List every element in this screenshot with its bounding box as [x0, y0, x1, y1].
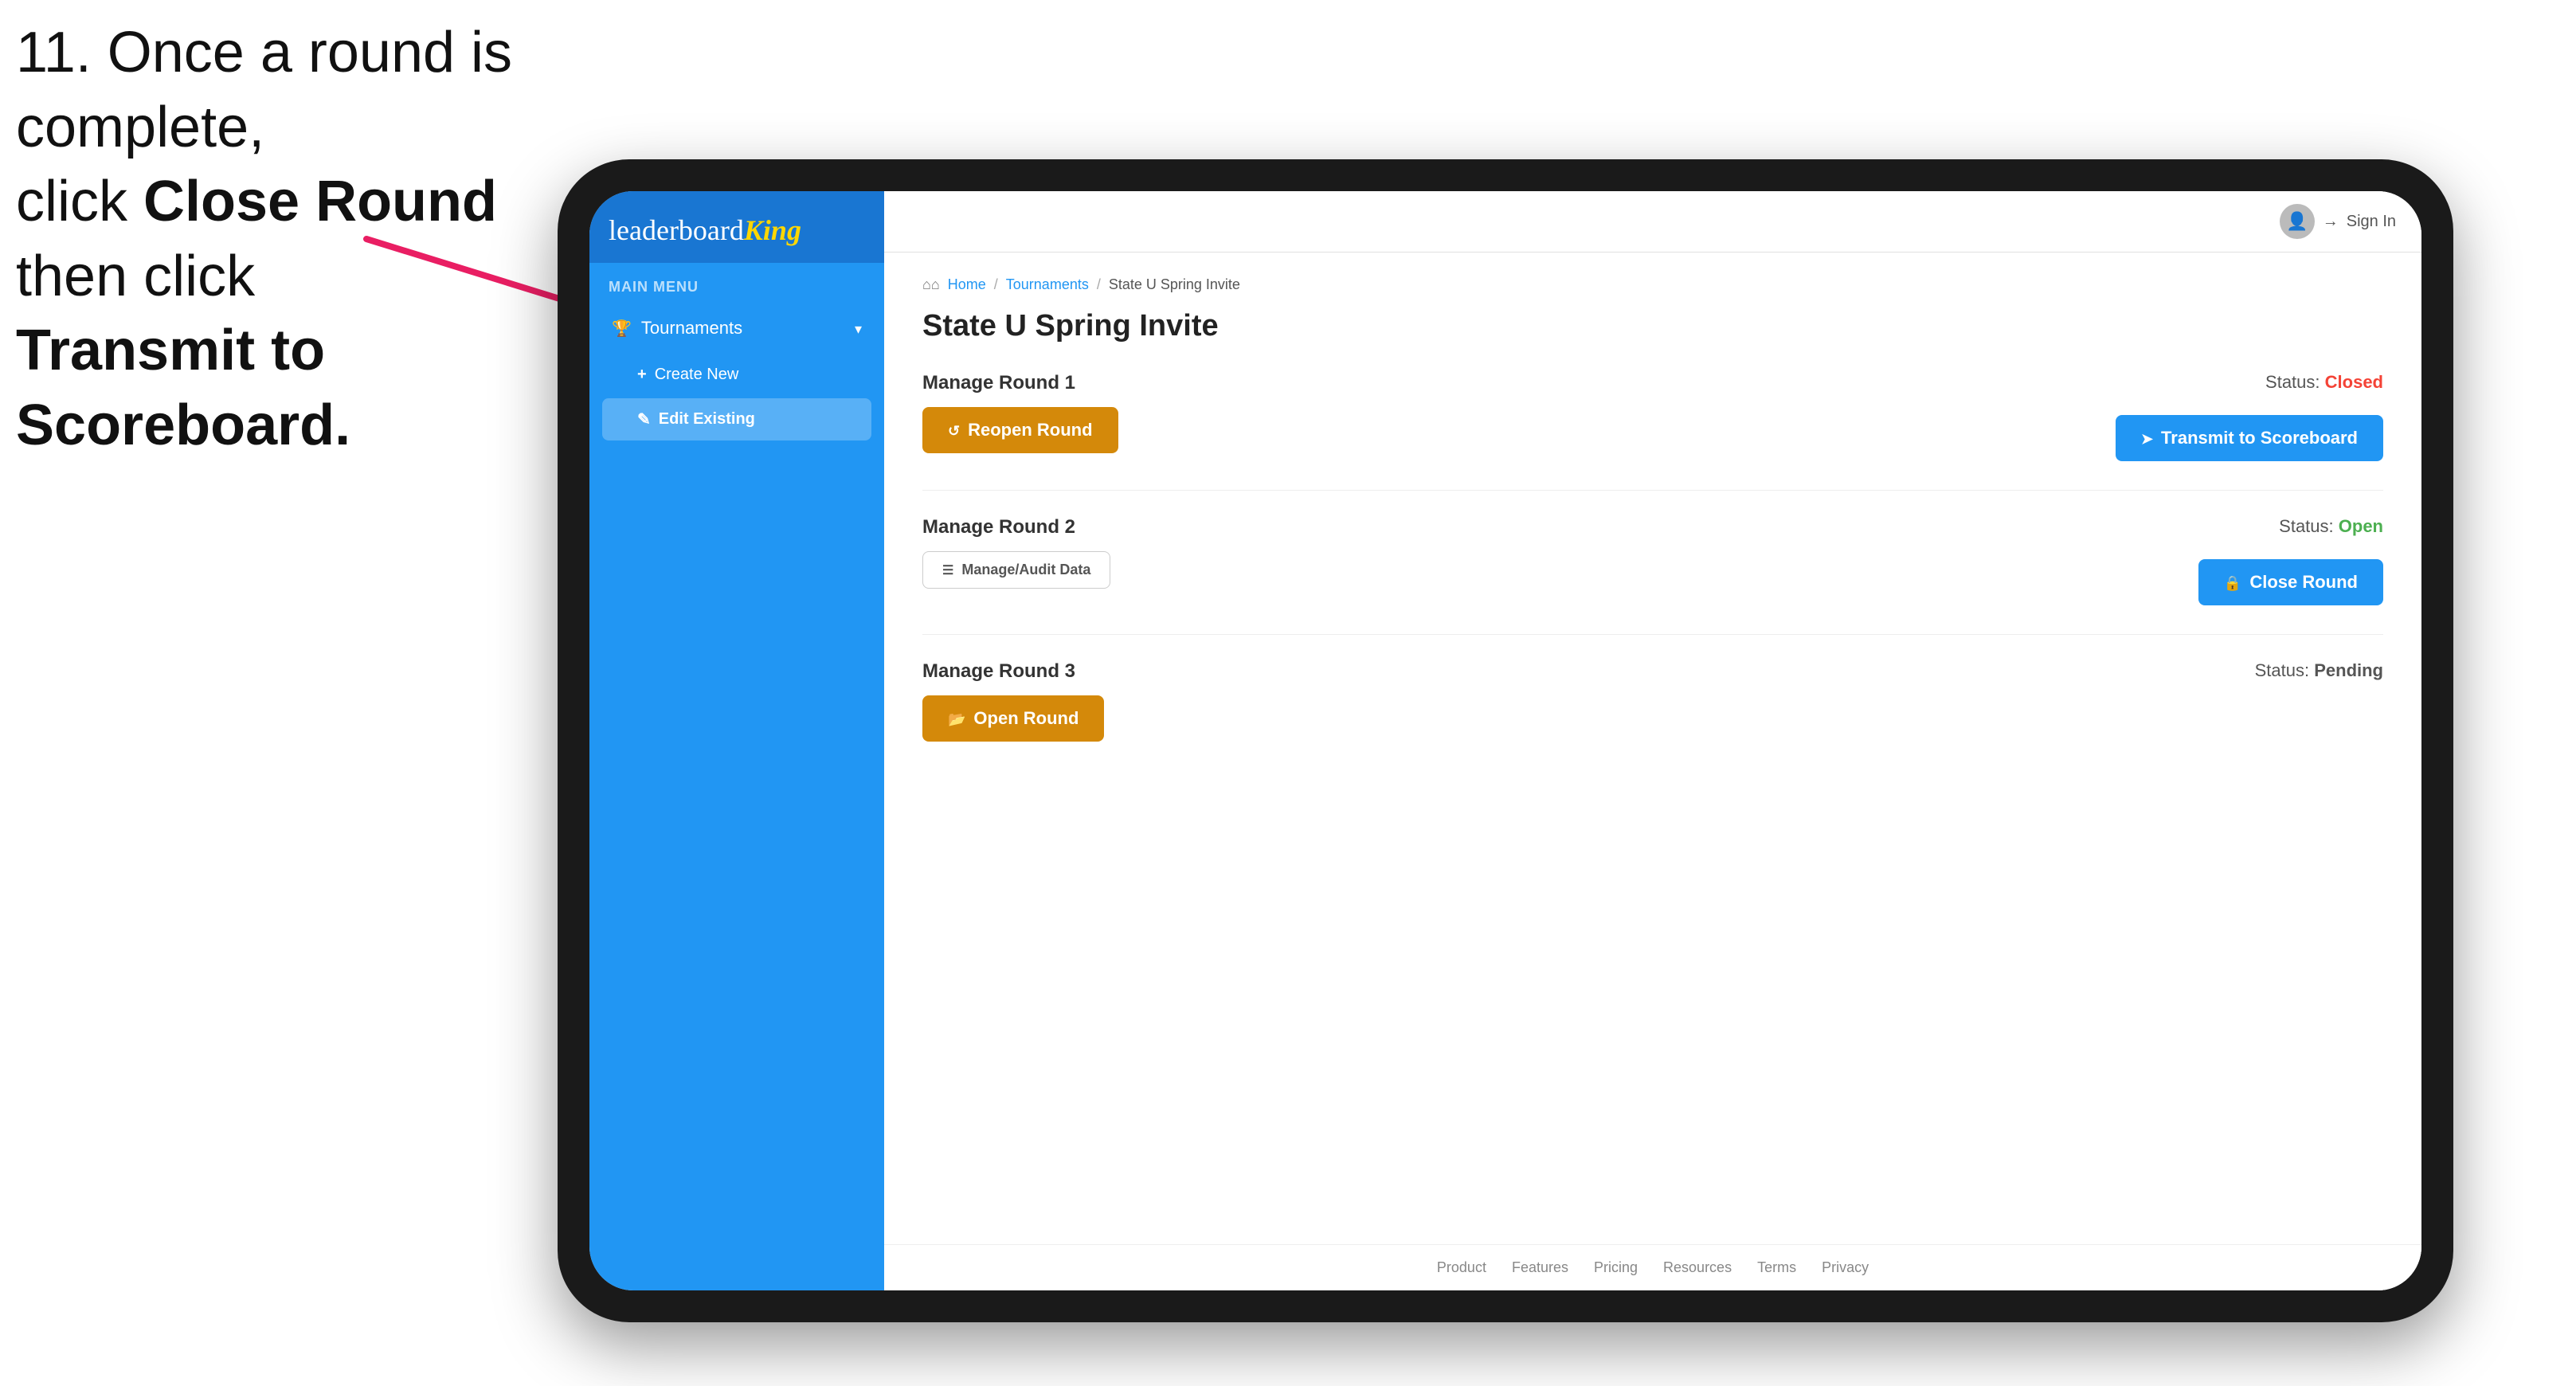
main-content: Sign In ⌂ Home / Tournaments / State U S… — [884, 191, 2421, 1290]
footer-resources[interactable]: Resources — [1663, 1259, 1732, 1276]
top-bar: Sign In — [884, 191, 2421, 253]
edit-existing-label: Edit Existing — [659, 410, 755, 429]
trophy-icon — [612, 318, 632, 339]
manage-audit-data-button[interactable]: Manage/Audit Data — [922, 551, 1110, 589]
sign-in-label: Sign In — [2347, 213, 2396, 231]
transmit-to-scoreboard-button[interactable]: Transmit to Scoreboard — [2116, 415, 2383, 461]
round-1-info: Manage Round 1 Reopen Round — [922, 372, 2116, 453]
round-1-header: Manage Round 1 Reopen Round Status: — [922, 372, 2383, 461]
logo: leaderboardKing — [609, 213, 865, 247]
footer: Product Features Pricing Resources Terms… — [884, 1244, 2421, 1290]
footer-features[interactable]: Features — [1512, 1259, 1568, 1276]
instruction-line3: Transmit to Scoreboard. — [16, 319, 350, 457]
round-3-section: Manage Round 3 Open Round Status: — [922, 660, 2383, 770]
footer-privacy[interactable]: Privacy — [1822, 1259, 1869, 1276]
instruction-text: 11. Once a round is complete, click Clos… — [16, 16, 558, 464]
chevron-icon — [855, 318, 862, 339]
round-2-header: Manage Round 2 Manage/Audit Data Status: — [922, 516, 2383, 605]
round-3-info: Manage Round 3 Open Round — [922, 660, 2255, 742]
breadcrumb-tournaments[interactable]: Tournaments — [1006, 276, 1089, 293]
edit-icon — [637, 409, 651, 429]
manage-icon — [942, 562, 953, 578]
round-3-status: Status: Pending — [2255, 660, 2383, 681]
round-1-status: Status: Closed — [2265, 372, 2383, 393]
round-1-status-actions: Status: Closed Transmit to Scoreboard — [2116, 372, 2383, 461]
reopen-round-button[interactable]: Reopen Round — [922, 407, 1118, 453]
avatar — [2280, 204, 2315, 239]
sidebar-logo: leaderboardKing — [589, 191, 884, 263]
footer-product[interactable]: Product — [1437, 1259, 1486, 1276]
instruction-line2: click Close Round then click — [16, 170, 497, 308]
content-area: ⌂ Home / Tournaments / State U Spring In… — [884, 253, 2421, 1244]
reopen-icon — [948, 420, 960, 440]
round-2-info: Manage Round 2 Manage/Audit Data — [922, 516, 2198, 589]
round-2-status-actions: Status: Open Close Round — [2198, 516, 2383, 605]
open-icon — [948, 708, 965, 729]
instruction-line1: 11. Once a round is complete, — [16, 21, 512, 159]
sidebar-item-edit-existing[interactable]: Edit Existing — [602, 398, 871, 440]
open-round-button[interactable]: Open Round — [922, 695, 1104, 742]
round-2-section: Manage Round 2 Manage/Audit Data Status: — [922, 516, 2383, 635]
app-layout: leaderboardKing MAIN MENU Tournaments — [589, 191, 2421, 1290]
page-title: State U Spring Invite — [922, 309, 2383, 343]
round-3-header: Manage Round 3 Open Round Status: — [922, 660, 2383, 742]
send-icon — [2141, 428, 2153, 448]
sidebar: leaderboardKing MAIN MENU Tournaments — [589, 191, 884, 1290]
round-1-label: Manage Round 1 — [922, 372, 2116, 394]
sidebar-menu: MAIN MENU Tournaments Create New — [589, 263, 884, 444]
breadcrumb-home[interactable]: Home — [948, 276, 986, 293]
sidebar-item-tournaments[interactable]: Tournaments — [602, 305, 871, 351]
round-3-status-actions: Status: Pending — [2255, 660, 2383, 694]
round-2-status: Status: Open — [2279, 516, 2383, 537]
user-icon — [2286, 211, 2308, 232]
tablet-frame: leaderboardKing MAIN MENU Tournaments — [558, 159, 2453, 1322]
main-menu-label: MAIN MENU — [602, 279, 871, 296]
footer-pricing[interactable]: Pricing — [1594, 1259, 1638, 1276]
sign-in-button[interactable]: Sign In — [2280, 204, 2396, 239]
plus-icon — [637, 366, 647, 384]
close-round-button[interactable]: Close Round — [2198, 559, 2383, 605]
create-new-label: Create New — [655, 366, 739, 384]
home-icon: ⌂ — [922, 276, 940, 293]
breadcrumb: ⌂ Home / Tournaments / State U Spring In… — [922, 276, 2383, 293]
round-3-label: Manage Round 3 — [922, 660, 2255, 683]
close-icon — [2224, 572, 2241, 593]
breadcrumb-current: State U Spring Invite — [1109, 276, 1240, 293]
round-1-section: Manage Round 1 Reopen Round Status: — [922, 372, 2383, 491]
footer-terms[interactable]: Terms — [1757, 1259, 1796, 1276]
signin-arrow-icon — [2323, 213, 2339, 231]
sidebar-item-create-new[interactable]: Create New — [602, 354, 871, 395]
tablet-screen: leaderboardKing MAIN MENU Tournaments — [589, 191, 2421, 1290]
round-2-label: Manage Round 2 — [922, 516, 2198, 538]
sidebar-tournaments-label: Tournaments — [641, 318, 742, 339]
